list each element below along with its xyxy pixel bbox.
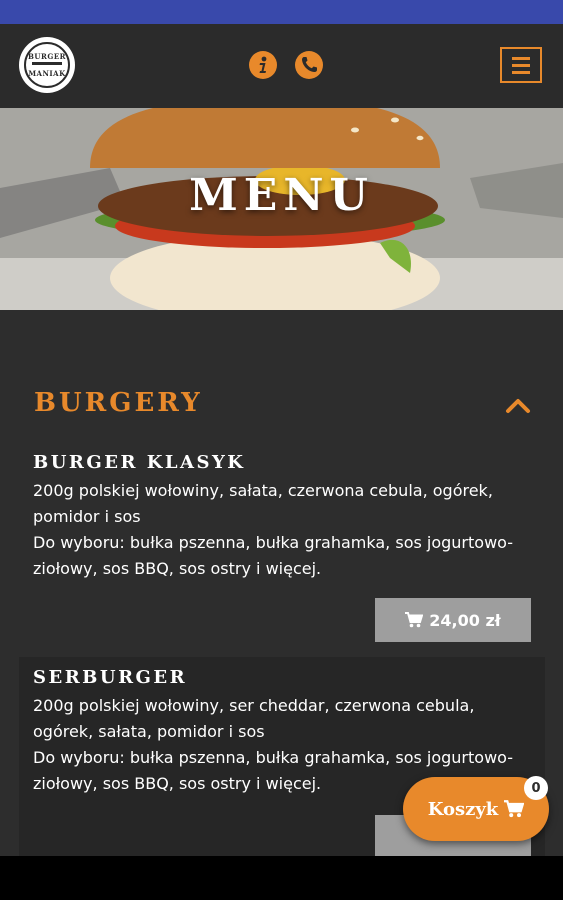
info-icon[interactable] xyxy=(249,51,277,79)
logo[interactable]: BURGER MANIAK xyxy=(19,37,75,93)
item-description-line: 200g polskiej wołowiny, ser cheddar, cze… xyxy=(33,696,475,741)
hamburger-menu-icon[interactable] xyxy=(500,47,542,83)
page-title: MENU xyxy=(189,170,374,221)
add-to-cart-button[interactable]: 24,00 zł xyxy=(375,598,531,642)
item-description-line: 200g polskiej wołowiny, sałata, czerwona… xyxy=(33,481,493,526)
menu-line xyxy=(512,56,530,60)
system-nav-bar xyxy=(0,856,563,900)
menu-line xyxy=(512,63,530,67)
phone-icon[interactable] xyxy=(295,51,323,79)
cart-label: Koszyk xyxy=(427,798,499,820)
logo-bottom-text: MANIAK xyxy=(28,69,66,78)
item-name: BURGER KLASYK xyxy=(33,452,246,473)
category-title[interactable]: BURGERY xyxy=(34,388,203,418)
logo-divider xyxy=(32,62,62,65)
cart-icon xyxy=(504,800,525,818)
cart-count-badge: 0 xyxy=(524,776,548,800)
hero-banner: MENU xyxy=(0,108,563,310)
top-bar: BURGER MANIAK xyxy=(0,24,563,108)
logo-top-text: BURGER xyxy=(28,52,66,61)
logo-badge: BURGER MANIAK xyxy=(24,42,70,88)
menu-line xyxy=(512,70,530,74)
cart-icon xyxy=(405,612,424,628)
chevron-up-icon[interactable] xyxy=(505,396,531,418)
item-description-line: Do wyboru: bułka pszenna, bułka grahamka… xyxy=(33,533,514,578)
item-price: 24,00 zł xyxy=(429,610,501,630)
status-bar xyxy=(0,0,563,24)
item-name: SERBURGER xyxy=(33,667,188,688)
item-description: 200g polskiej wołowiny, sałata, czerwona… xyxy=(33,478,531,582)
